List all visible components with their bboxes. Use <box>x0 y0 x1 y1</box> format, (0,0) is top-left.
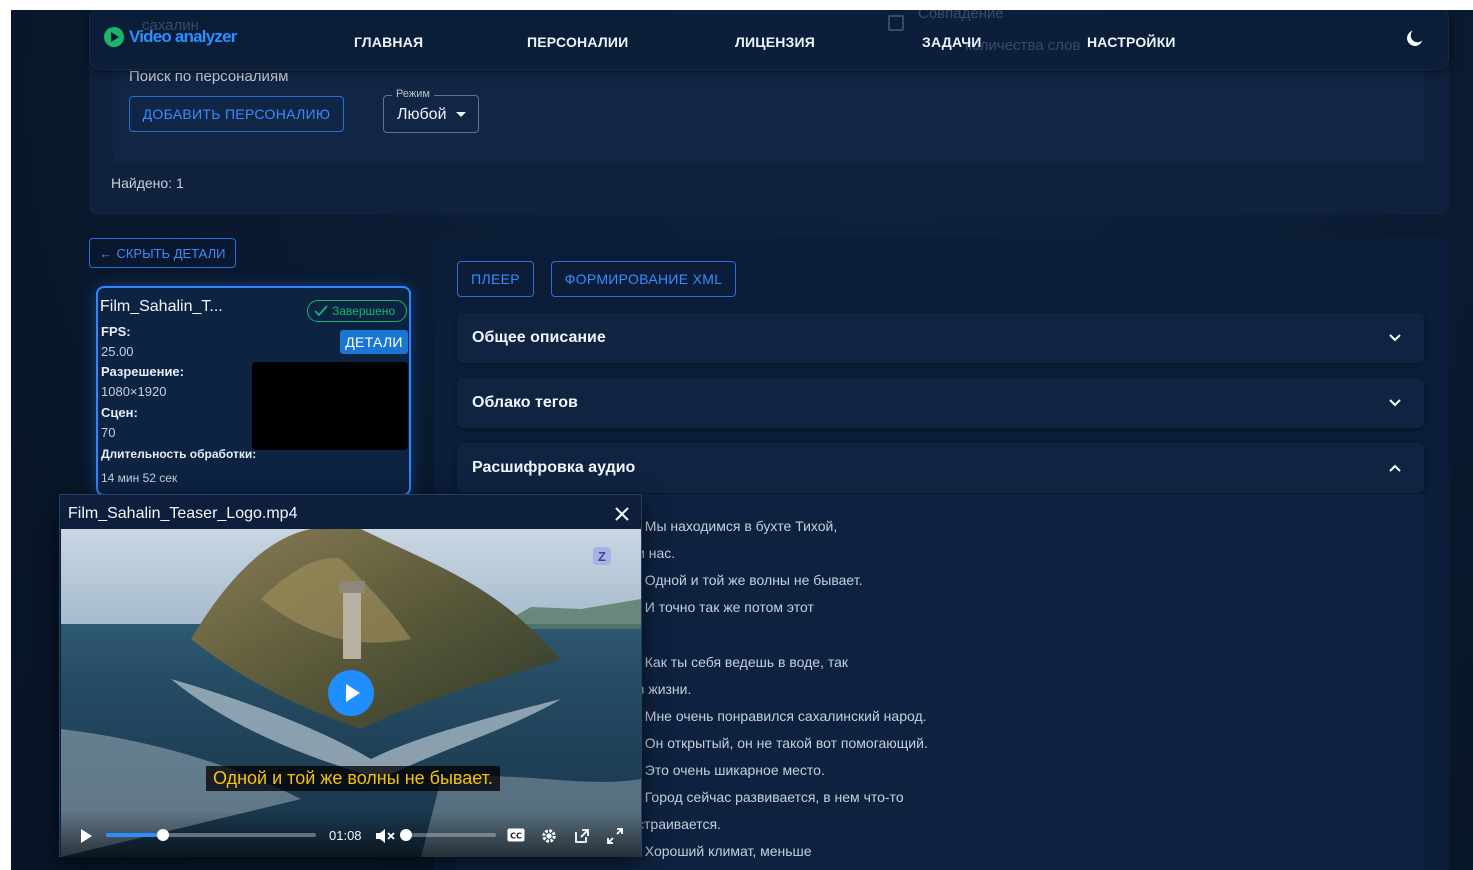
ghost-checkbox-label-top: Совпадение <box>918 10 1004 22</box>
accordion-audio-transcript[interactable]: Расшифровка аудио <box>457 443 1424 493</box>
transcript-line: в жизни. <box>637 681 692 697</box>
nav-persons[interactable]: ПЕРСОНАЛИИ <box>527 34 628 50</box>
duration-value: 14 мин 52 сек <box>101 471 178 485</box>
volume-handle[interactable] <box>400 829 412 841</box>
volume-muted-icon[interactable] <box>375 828 395 844</box>
accordion-general-description[interactable]: Общее описание <box>457 313 1424 363</box>
accordion-tag-cloud[interactable]: Облако тегов <box>457 378 1424 428</box>
transcript-line: : Одной и той же волны не бывает. <box>637 572 863 588</box>
details-button[interactable]: ДЕТАЛИ <box>340 330 408 354</box>
player-title: Film_Sahalin_Teaser_Logo.mp4 <box>68 505 298 522</box>
found-count: Найдено: 1 <box>111 175 184 191</box>
floating-player[interactable]: Film_Sahalin_Teaser_Logo.mp4 Z Одной и т… <box>59 494 642 857</box>
external-link-icon[interactable] <box>574 828 590 844</box>
transcript-line: : Как ты себя ведешь в воде, так <box>637 654 849 670</box>
fps-value: 25.00 <box>101 344 134 359</box>
tab-xml[interactable]: ФОРМИРОВАНИЕ XML <box>551 261 736 297</box>
add-person-button[interactable]: ДОБАВИТЬ ПЕРСОНАЛИЮ <box>129 96 344 132</box>
current-time: 01:08 <box>329 828 362 843</box>
ghost-checkbox <box>888 15 904 31</box>
mode-legend: Режим <box>392 88 434 100</box>
top-navigation: сахалин Совпадение количества слов Video… <box>89 10 1449 70</box>
ghost-checkbox-label-bottom: количества слов <box>965 37 1081 54</box>
mode-value: Любой <box>397 106 447 123</box>
captions-icon[interactable]: CC <box>507 828 525 842</box>
chevron-up-icon <box>1389 464 1401 472</box>
nav-tasks[interactable]: ЗАДАЧИ <box>922 34 982 50</box>
nav-license[interactable]: ЛИЦЕНЗИЯ <box>735 34 815 50</box>
accordion-title: Облако тегов <box>472 394 578 411</box>
video-subtitle: Одной и той же волны не бывает. <box>206 766 500 791</box>
card-title: Film_Sahalin_T... <box>100 298 223 315</box>
accordion-title: Расшифровка аудио <box>472 459 636 476</box>
search-panel: Поиск по персоналиям ДОБАВИТЬ ПЕРСОНАЛИЮ… <box>89 50 1449 215</box>
video-thumbnail[interactable] <box>252 362 408 450</box>
hide-details-button[interactable]: ← СКРЫТЬ ДЕТАЛИ <box>89 238 236 268</box>
chevron-down-icon <box>1389 334 1401 342</box>
status-badge: Завершено <box>307 300 407 322</box>
transcript-line: : Это очень шикарное место. <box>637 762 825 778</box>
z-badge-icon: Z <box>593 547 611 565</box>
transcript-line: и нас. <box>637 545 676 561</box>
close-icon[interactable] <box>611 503 633 525</box>
chevron-down-icon <box>1389 399 1401 407</box>
transcript-line: страивается. <box>637 816 721 832</box>
status-text: Завершено <box>332 304 396 318</box>
transcript-line: : Город сейчас развивается, в нем что-то <box>637 789 904 805</box>
fullscreen-icon[interactable] <box>607 828 623 844</box>
transcript-line: : Хороший климат, меньше <box>637 843 812 859</box>
tab-player[interactable]: ПЛЕЕР <box>457 261 534 297</box>
seek-slider[interactable] <box>106 829 316 841</box>
fps-label: FPS: <box>101 324 131 339</box>
gear-icon[interactable] <box>541 828 557 844</box>
svg-text:CC: CC <box>510 832 522 841</box>
arrow-left-icon: ← <box>99 245 113 261</box>
accordion-title: Общее описание <box>472 329 606 346</box>
app-logo[interactable]: Video analyzer <box>104 27 237 47</box>
play-logo-icon <box>104 27 124 47</box>
scenes-label: Сцен: <box>101 405 138 420</box>
transcript-line: : И точно так же потом этот <box>637 599 814 615</box>
video-frame[interactable]: Z Одной и той же волны не бывает. 01:08 … <box>61 529 641 857</box>
moon-icon[interactable] <box>1404 27 1426 49</box>
mode-select[interactable]: Режим Любой <box>383 88 479 133</box>
transcript-line: : Мне очень понравился сахалинский народ… <box>637 708 927 724</box>
player-controls: 01:08 CC <box>61 811 641 857</box>
transcript-line: : Мы находимся в бухте Тихой, <box>637 518 838 534</box>
duration-label: Длительность обработки: <box>101 447 257 461</box>
logo-text: Video analyzer <box>129 27 237 46</box>
seek-handle[interactable] <box>156 829 169 841</box>
transcript-line: : Он открытый, он не такой вот помогающи… <box>637 735 928 751</box>
nav-home[interactable]: ГЛАВНАЯ <box>354 34 423 50</box>
search-label: Поиск по персоналиям <box>129 68 289 85</box>
resolution-value: 1080×1920 <box>101 384 167 399</box>
seek-progress <box>106 833 163 837</box>
app-root: Поиск по персоналиям ДОБАВИТЬ ПЕРСОНАЛИЮ… <box>11 10 1473 870</box>
scenes-value: 70 <box>101 425 116 440</box>
play-small-icon[interactable] <box>78 828 94 844</box>
hide-details-label: СКРЫТЬ ДЕТАЛИ <box>116 245 226 261</box>
nav-settings[interactable]: НАСТРОЙКИ <box>1087 34 1176 50</box>
play-icon[interactable] <box>328 670 374 716</box>
resolution-label: Разрешение: <box>101 364 184 379</box>
volume-slider[interactable] <box>400 829 496 841</box>
video-card[interactable]: Film_Sahalin_T... Завершено ДЕТАЛИ FPS: … <box>96 286 411 496</box>
caret-down-icon <box>456 112 466 117</box>
check-icon <box>314 305 328 317</box>
